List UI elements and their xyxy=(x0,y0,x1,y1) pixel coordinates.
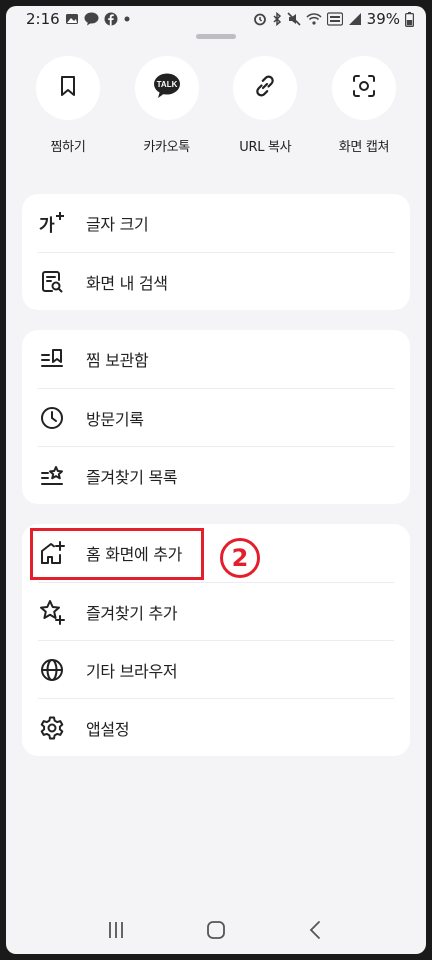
menu-item-label: 즐겨찾기 목록 xyxy=(86,467,178,487)
menu-item-label: 방문기록 xyxy=(86,409,144,429)
menu-item-saved-list[interactable]: 찜 보관함 xyxy=(38,330,394,388)
menu-item-add-favorite[interactable]: 즐겨찾기 추가 xyxy=(38,582,394,640)
talk-icon xyxy=(84,12,99,26)
screen: 2:16 39% 찜하기 TALK 카카오톡 URL 복사 화면 캡쳐 가 글자… xyxy=(6,6,426,954)
menu-item-label: 기타 브라우저 xyxy=(86,661,178,681)
menu-item-other-browser[interactable]: 기타 브라우저 xyxy=(38,640,394,698)
wifi-icon xyxy=(306,12,322,26)
quick-action-label: 카카오톡 xyxy=(143,140,190,155)
annotation-step-number: 2 xyxy=(220,538,260,578)
settings-icon xyxy=(38,714,66,742)
kakaotalk-icon: TALK xyxy=(152,72,182,104)
menu-item-label: 홈 화면에 추가 xyxy=(86,545,183,564)
globe-icon xyxy=(38,656,66,684)
system-nav-bar xyxy=(6,910,426,954)
find-in-page-icon xyxy=(38,268,66,296)
dot-icon xyxy=(123,15,131,23)
sheet-drag-handle[interactable] xyxy=(196,34,236,39)
quick-action-bookmark[interactable]: 찜하기 xyxy=(20,56,116,166)
menu-group-display: 가 글자 크기 화면 내 검색 xyxy=(22,194,410,310)
menu-group-more: 홈 화면에 추가 즐겨찾기 추가 기타 브라우저 앱설정 xyxy=(22,524,410,756)
status-time: 2:16 xyxy=(26,10,60,28)
menu-item-history[interactable]: 방문기록 xyxy=(38,388,394,446)
menu-item-text-size[interactable]: 가 글자 크기 xyxy=(38,194,394,252)
battery-percent: 39% xyxy=(366,10,400,28)
menu-item-add-to-home[interactable]: 홈 화면에 추가 xyxy=(38,524,394,582)
gallery-icon xyxy=(65,12,79,26)
bluetooth-icon xyxy=(272,12,282,26)
svg-text:TALK: TALK xyxy=(156,80,177,89)
favorites-list-icon xyxy=(38,462,66,490)
quick-actions: 찜하기 TALK 카카오톡 URL 복사 화면 캡쳐 xyxy=(20,56,412,166)
menu-item-label: 찜 보관함 xyxy=(86,351,149,370)
home-icon[interactable] xyxy=(205,919,227,945)
text-size-icon: 가 xyxy=(38,209,66,237)
back-icon[interactable] xyxy=(305,919,327,945)
battery-icon xyxy=(405,11,414,27)
add-to-home-icon xyxy=(38,539,66,567)
volte-icon xyxy=(326,12,343,26)
svg-text:가: 가 xyxy=(39,216,55,236)
menu-item-label: 즐겨찾기 추가 xyxy=(86,603,178,623)
quick-action-label: 화면 캡쳐 xyxy=(338,140,390,155)
recents-icon[interactable] xyxy=(105,920,127,944)
menu-item-label: 글자 크기 xyxy=(86,215,149,234)
quick-action-kakaotalk[interactable]: TALK 카카오톡 xyxy=(119,56,215,166)
quick-action-label: URL 복사 xyxy=(239,140,292,155)
alarm-icon xyxy=(253,12,267,26)
link-icon xyxy=(252,73,278,103)
menu-item-label: 화면 내 검색 xyxy=(86,273,168,293)
quick-action-screen-capture[interactable]: 화면 캡쳐 xyxy=(316,56,412,166)
facebook-icon xyxy=(104,12,118,26)
mute-icon xyxy=(287,12,301,26)
menu-item-find-in-page[interactable]: 화면 내 검색 xyxy=(38,252,394,310)
add-favorite-icon xyxy=(38,598,66,626)
saved-list-icon xyxy=(38,345,66,373)
bookmark-button[interactable] xyxy=(36,56,100,120)
menu-item-label: 앱설정 xyxy=(86,719,130,739)
url-copy-button[interactable] xyxy=(233,56,298,120)
menu-item-favorites-list[interactable]: 즐겨찾기 목록 xyxy=(38,446,394,504)
quick-action-label: 찜하기 xyxy=(50,140,86,155)
menu-group-lists: 찜 보관함 방문기록 즐겨찾기 목록 xyxy=(22,330,410,504)
signal-icon xyxy=(348,12,362,26)
status-bar: 2:16 39% xyxy=(6,6,426,32)
quick-action-url-copy[interactable]: URL 복사 xyxy=(217,56,313,166)
history-icon xyxy=(38,404,66,432)
screen-capture-icon xyxy=(351,73,377,103)
menu-item-app-settings[interactable]: 앱설정 xyxy=(38,698,394,756)
kakaotalk-button[interactable]: TALK xyxy=(134,56,199,120)
screen-capture-button[interactable] xyxy=(331,56,396,120)
bookmark-icon xyxy=(56,74,80,102)
